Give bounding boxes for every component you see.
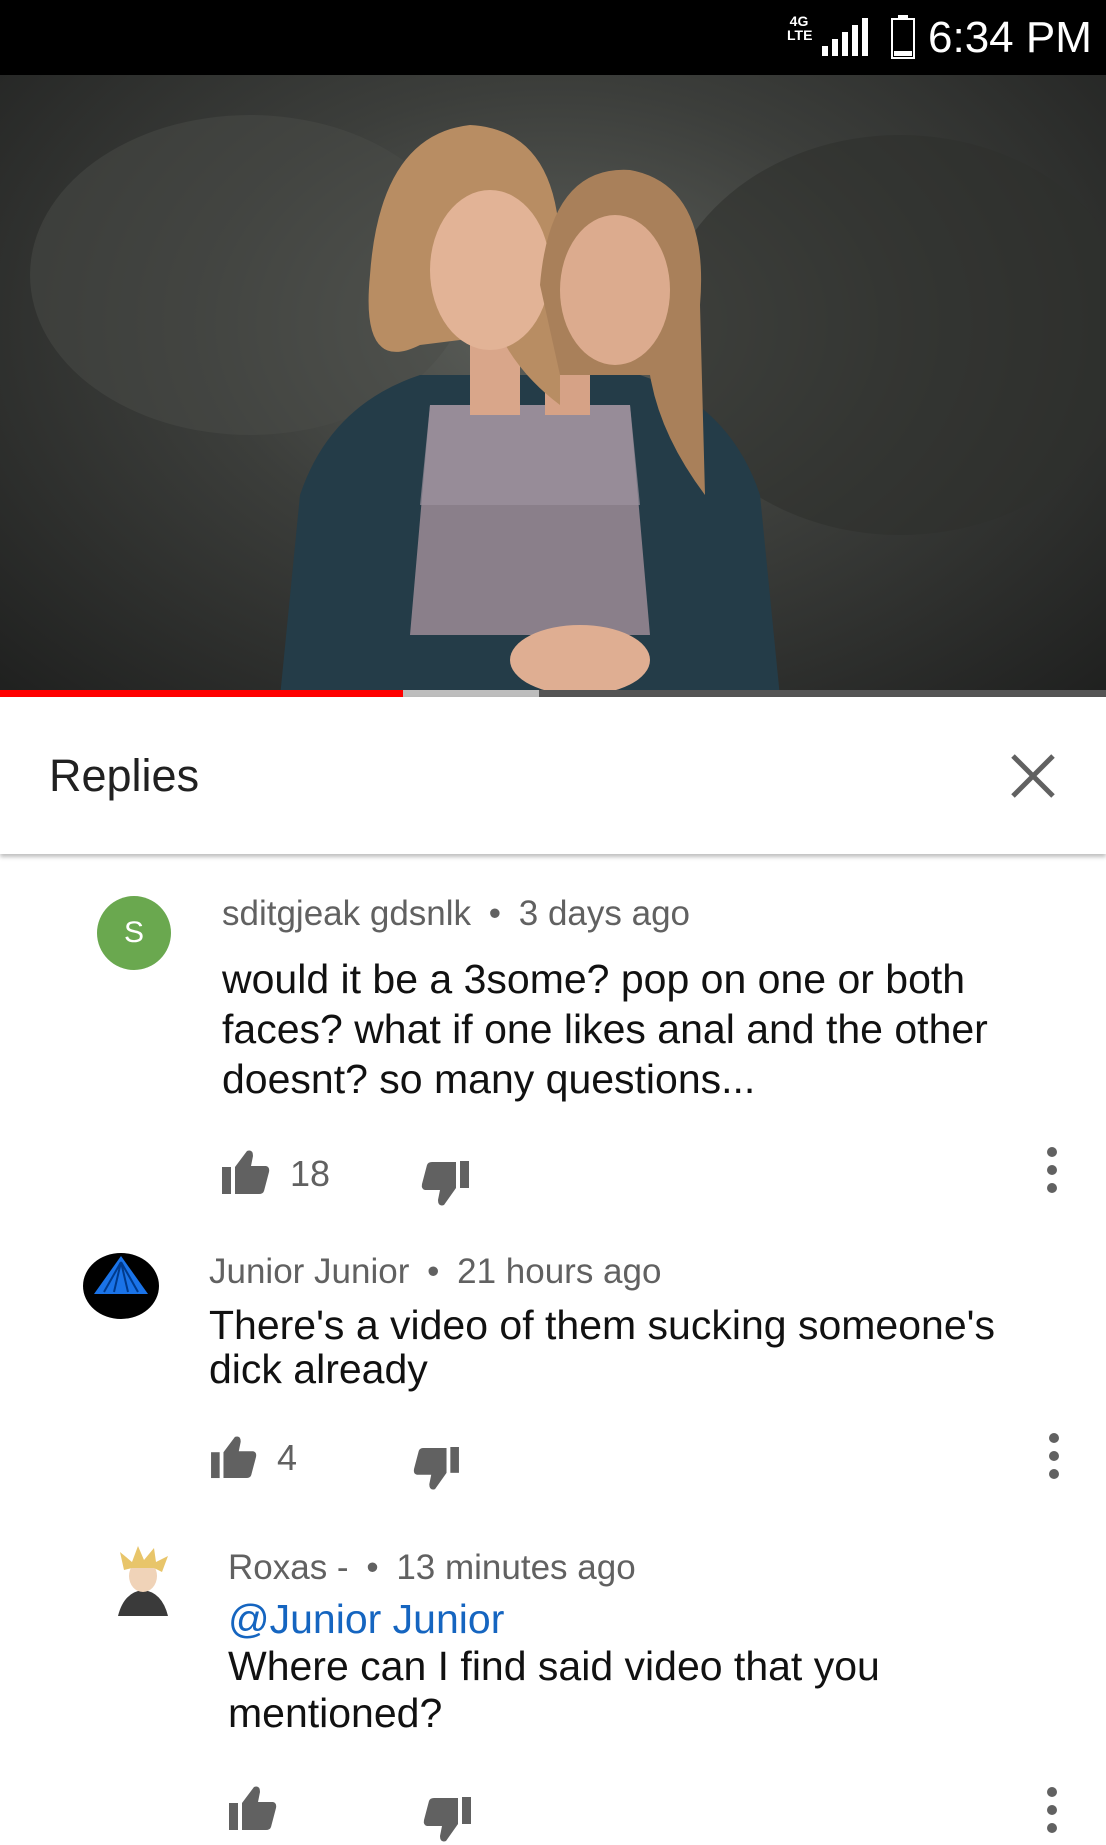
close-icon[interactable]: [1003, 746, 1063, 806]
avatar[interactable]: S: [97, 896, 171, 970]
comment-body: @Junior Junior Where can I find said vid…: [228, 1596, 880, 1737]
thumbs-up-icon[interactable]: [211, 1435, 257, 1479]
timestamp: 21 hours ago: [457, 1252, 662, 1291]
status-bar: 4G LTE 6:34 PM: [0, 0, 1106, 75]
author-name[interactable]: sditgjeak gdsnlk: [222, 894, 471, 933]
comment-line: faces? what if one likes anal and the ot…: [222, 1006, 988, 1052]
author-name[interactable]: Junior Junior: [209, 1252, 409, 1291]
comment-body: would it be a 3some? pop on one or both …: [222, 954, 988, 1104]
avatar-letter: S: [123, 916, 144, 949]
comment-line: Where can I find said video that you: [228, 1643, 880, 1689]
like-count: 4: [277, 1437, 298, 1478]
like-count: 18: [290, 1153, 331, 1194]
comment-meta: sditgjeak gdsnlk • 3 days ago: [222, 894, 690, 934]
more-options-icon[interactable]: [1047, 1433, 1061, 1487]
battery-icon: [891, 15, 915, 59]
comment-actions: 4: [0, 1433, 1106, 1495]
panel-title: Replies: [49, 750, 200, 801]
timestamp: 13 minutes ago: [396, 1548, 636, 1587]
video-frame: [30, 115, 1106, 697]
progress-played: [0, 690, 403, 697]
comment-actions: 18: [0, 1147, 1106, 1207]
avatar[interactable]: [82, 1252, 160, 1320]
comment-line: would it be a 3some? pop on one or both: [222, 956, 966, 1002]
more-options-icon[interactable]: [1045, 1147, 1059, 1201]
meta-separator: •: [488, 894, 502, 933]
status-clock: 6:34 PM: [928, 13, 1092, 62]
avatar[interactable]: [110, 1546, 176, 1618]
comment-body: There's a video of them sucking someone'…: [209, 1303, 995, 1391]
more-options-icon[interactable]: [1045, 1787, 1059, 1841]
timestamp: 3 days ago: [518, 894, 691, 933]
comment-meta: Roxas - • 13 minutes ago: [228, 1548, 636, 1588]
thumbs-down-icon[interactable]: [413, 1447, 459, 1491]
thumbs-down-icon[interactable]: [421, 1161, 469, 1207]
meta-separator: •: [366, 1548, 379, 1587]
comment-line: mentioned?: [228, 1690, 443, 1736]
comment-line: doesnt? so many questions...: [222, 1056, 756, 1102]
video-player[interactable]: [0, 75, 1106, 697]
thumbs-down-icon[interactable]: [423, 1797, 471, 1843]
video-progress-bar[interactable]: [0, 690, 1106, 697]
comment-actions: [0, 1785, 1106, 1845]
thumbs-up-icon[interactable]: [229, 1785, 277, 1831]
network-type-indicator: 4G LTE: [787, 13, 813, 43]
replies-header: Replies: [0, 697, 1106, 854]
author-name[interactable]: Roxas -: [228, 1548, 349, 1587]
thumbs-up-icon[interactable]: [222, 1149, 270, 1195]
meta-separator: •: [427, 1252, 440, 1291]
signal-strength-icon: [822, 18, 868, 56]
mention-link[interactable]: @Junior Junior: [228, 1596, 880, 1643]
comment-line: dick already: [209, 1346, 428, 1392]
comment-meta: Junior Junior • 21 hours ago: [209, 1252, 661, 1292]
comment-line: There's a video of them sucking someone'…: [209, 1302, 995, 1348]
